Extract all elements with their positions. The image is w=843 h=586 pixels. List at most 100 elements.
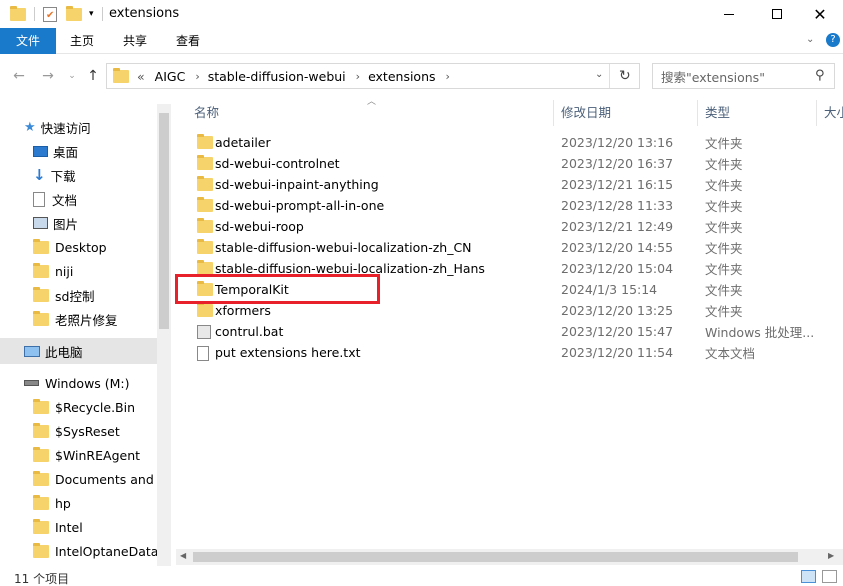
folder-icon — [197, 134, 213, 152]
nav-folder-sd-control[interactable]: sd控制 — [33, 283, 94, 307]
nav-label: Desktop — [55, 239, 107, 255]
column-divider[interactable] — [697, 100, 698, 126]
search-icon[interactable]: ⚲ — [815, 68, 825, 83]
nav-drive-folder[interactable]: $WinREAgent — [33, 443, 140, 467]
file-date: 2023/12/20 15:04 — [561, 261, 674, 276]
column-size[interactable]: 大小 — [824, 102, 843, 124]
bat-file-icon — [197, 325, 211, 342]
file-row[interactable]: sd-webui-roop 2023/12/21 12:49 文件夹 — [190, 216, 830, 237]
minimize-icon — [724, 13, 734, 15]
refresh-icon[interactable]: ↻ — [619, 68, 631, 84]
nav-drive-m[interactable]: Windows (M:) — [24, 371, 130, 395]
file-row[interactable]: sd-webui-controlnet 2023/12/20 16:37 文件夹 — [190, 153, 830, 174]
highlight-box — [175, 274, 380, 304]
tab-view[interactable]: 查看 — [168, 28, 208, 54]
breadcrumb-overflow[interactable]: « — [137, 69, 145, 84]
nav-drive-folder[interactable]: $Recycle.Bin — [33, 395, 135, 419]
file-row[interactable]: adetailer 2023/12/20 13:16 文件夹 — [190, 132, 830, 153]
column-divider[interactable] — [553, 100, 554, 126]
file-row[interactable]: sd-webui-prompt-all-in-one 2023/12/28 11:… — [190, 195, 830, 216]
nav-label: hp — [55, 495, 71, 511]
ribbon: 文件 主页 共享 查看 ⌄ ? — [0, 28, 843, 54]
back-button[interactable]: ← — [9, 66, 29, 86]
tab-home[interactable]: 主页 — [62, 28, 102, 54]
nav-drive-folder[interactable]: hp — [33, 491, 71, 515]
nav-folder-desktop[interactable]: Desktop — [33, 235, 107, 259]
maximize-icon — [772, 9, 782, 19]
file-row[interactable]: contrul.bat 2023/12/20 15:47 Windows 批处理..… — [190, 321, 830, 342]
nav-scrollbar-thumb[interactable] — [159, 113, 169, 329]
tab-file[interactable]: 文件 — [0, 28, 56, 54]
file-date: 2023/12/20 14:55 — [561, 240, 674, 255]
nav-drive-folder[interactable]: IntelOptaneData — [33, 539, 158, 563]
tab-share[interactable]: 共享 — [115, 28, 155, 54]
nav-drive-folder[interactable]: Intel — [33, 515, 83, 539]
chevron-right-icon[interactable]: › — [195, 70, 199, 83]
breadcrumb-aigc[interactable]: AIGC — [155, 69, 186, 84]
column-divider[interactable] — [816, 100, 817, 126]
file-row[interactable]: stable-diffusion-webui-localization-zh_C… — [190, 237, 830, 258]
folder-icon — [33, 422, 49, 438]
file-date: 2023/12/21 12:49 — [561, 219, 674, 234]
folder-icon[interactable] — [10, 5, 26, 21]
nav-drive-folder[interactable]: Documents and S — [33, 467, 166, 491]
nav-downloads[interactable]: ↓ 下载 📌 — [33, 163, 76, 187]
close-button[interactable]: ✕ — [797, 0, 843, 28]
folder-icon — [197, 239, 213, 257]
file-row[interactable]: put extensions here.txt 2023/12/20 11:54 文… — [190, 342, 830, 363]
folder-icon — [33, 310, 49, 326]
file-type: 文件夹 — [705, 199, 743, 214]
picture-icon — [33, 217, 48, 229]
properties-icon[interactable]: ✔ — [43, 6, 57, 22]
chevron-right-icon[interactable]: › — [446, 70, 450, 83]
file-name: sd-webui-prompt-all-in-one — [215, 198, 385, 213]
column-type[interactable]: 类型 — [705, 102, 730, 124]
file-type: 文件夹 — [705, 262, 743, 277]
scroll-right-icon[interactable]: ▶ — [828, 551, 834, 560]
breadcrumb-extensions[interactable]: extensions — [368, 69, 435, 84]
folder-icon — [113, 67, 129, 83]
file-name: contrul.bat — [215, 324, 284, 339]
nav-folder-old-photo[interactable]: 老照片修复 — [33, 307, 118, 331]
nav-quick-access[interactable]: ★ 快速访问 — [24, 115, 91, 139]
horizontal-scrollbar-thumb[interactable] — [193, 552, 798, 562]
up-button[interactable]: ↑ — [83, 66, 103, 86]
expand-ribbon-icon[interactable]: ⌄ — [806, 34, 814, 45]
large-icons-view-icon[interactable] — [822, 570, 837, 583]
customize-qat-icon[interactable]: ▾ — [89, 9, 94, 19]
folder-icon — [33, 518, 49, 534]
file-name: adetailer — [215, 135, 271, 150]
nav-this-pc[interactable]: 此电脑 — [24, 339, 83, 363]
minimize-button[interactable] — [706, 0, 752, 28]
nav-documents[interactable]: 文档 📌 — [33, 187, 77, 211]
scroll-left-icon[interactable]: ◀ — [180, 551, 186, 560]
new-folder-icon[interactable] — [66, 5, 82, 21]
address-dropdown-icon[interactable]: ⌄ — [595, 69, 603, 80]
forward-button[interactable]: → — [38, 66, 58, 86]
folder-icon — [33, 470, 49, 486]
address-bar[interactable]: « AIGC › stable-diffusion-webui › extens… — [106, 63, 640, 89]
drive-icon — [24, 380, 39, 386]
nav-desktop[interactable]: 桌面 📌 — [33, 139, 78, 163]
chevron-right-icon[interactable]: › — [356, 70, 360, 83]
help-icon[interactable]: ? — [826, 33, 840, 47]
nav-label: 图片 — [53, 216, 79, 232]
column-date[interactable]: 修改日期 — [561, 102, 611, 124]
search-input[interactable]: 搜索"extensions" — [652, 63, 835, 89]
star-icon: ★ — [24, 119, 36, 135]
details-view-icon[interactable] — [801, 570, 816, 583]
file-name: sd-webui-controlnet — [215, 156, 340, 171]
file-date: 2023/12/20 11:54 — [561, 345, 674, 360]
maximize-button[interactable] — [754, 0, 800, 28]
file-row[interactable]: sd-webui-inpaint-anything 2023/12/21 16:1… — [190, 174, 830, 195]
nav-drive-folder[interactable]: $SysReset — [33, 419, 120, 443]
file-type: 文件夹 — [705, 283, 743, 298]
column-name[interactable]: 名称 — [194, 102, 219, 124]
nav-pictures[interactable]: 图片 📌 — [33, 211, 78, 235]
recent-locations-button[interactable]: ⌄ — [62, 66, 82, 86]
breadcrumb-stable-diffusion-webui[interactable]: stable-diffusion-webui — [208, 69, 346, 84]
title-bar: ✔ ▾ extensions ✕ — [0, 0, 843, 28]
file-type: 文件夹 — [705, 178, 743, 193]
nav-label: Intel — [55, 519, 83, 535]
nav-folder-niji[interactable]: niji — [33, 259, 73, 283]
